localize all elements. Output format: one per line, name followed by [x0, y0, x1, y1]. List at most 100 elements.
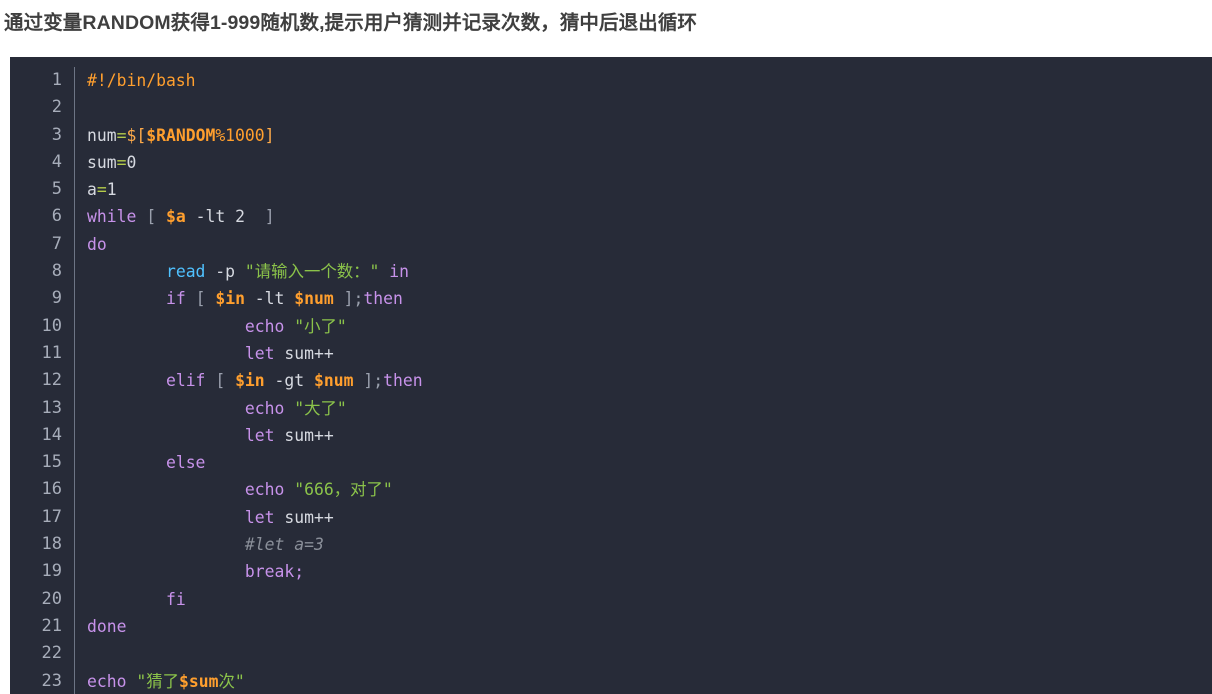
code-line-content[interactable]: a=1	[75, 176, 1212, 203]
line-number: 23	[10, 667, 75, 694]
code-line: 5 a=1	[10, 176, 1212, 204]
code-lines-body: 1 #!/bin/bash 2 3 num=$[$RANDOM%1000] 4 sum=0…	[10, 67, 1212, 694]
code-line: 14 let sum++	[10, 421, 1212, 450]
code-line-content[interactable]: elif [ $in -gt $num ];then	[75, 367, 1212, 394]
code-token: a	[87, 180, 97, 200]
code-token: "大了"	[294, 398, 347, 418]
code-token: fi	[165, 589, 186, 609]
line-number: 6	[10, 203, 75, 231]
code-token: "小了"	[294, 316, 347, 336]
code-line-content[interactable]: #!/bin/bash	[75, 67, 1212, 94]
code-token: [	[215, 371, 226, 391]
code-line-content[interactable]: fi	[75, 586, 1212, 613]
code-line-content[interactable]: echo "大了"	[75, 395, 1212, 422]
code-line-content[interactable]: echo "666，对了"	[75, 476, 1212, 503]
code-token: 次"	[218, 671, 245, 691]
code-line: 7 do	[10, 230, 1212, 259]
line-number: 3	[10, 121, 75, 149]
code-line-content[interactable]: while [ $a -lt 2 ]	[75, 203, 1212, 230]
code-line: 13 echo "大了"	[10, 394, 1212, 422]
code-line-content[interactable]: let sum++	[75, 504, 1212, 531]
line-number: 10	[10, 312, 75, 340]
code-line-content[interactable]: done	[75, 613, 1212, 640]
code-block: 1 #!/bin/bash 2 3 num=$[$RANDOM%1000] 4 sum=0…	[10, 57, 1212, 694]
code-line-content[interactable]: break;	[75, 558, 1212, 585]
code-line-content[interactable]: echo "小了"	[75, 313, 1212, 340]
code-line: 8 read -p "请输入一个数：" in	[10, 258, 1212, 286]
code-line-content[interactable]: read -p "请输入一个数：" in	[75, 258, 1212, 285]
code-line: 22	[10, 640, 1212, 668]
code-line-content[interactable]: #let a=3	[75, 531, 1212, 558]
code-token: let	[244, 507, 275, 527]
code-line-content[interactable]	[75, 640, 1212, 667]
line-number: 18	[10, 531, 75, 559]
code-token: ]	[264, 125, 275, 145]
line-number: 9	[10, 285, 75, 313]
code-token: -gt	[264, 371, 315, 391]
code-token: sum	[87, 152, 117, 172]
code-token: echo	[244, 316, 285, 336]
code-line: 23 echo "猜了$sum次"	[10, 667, 1212, 694]
code-token: ;	[353, 289, 364, 309]
code-token: ]	[363, 371, 374, 391]
code-token: =	[116, 152, 127, 172]
code-token: 1	[106, 180, 117, 200]
line-number: 2	[10, 94, 75, 122]
code-line: 15 else	[10, 449, 1212, 477]
code-token: "请输入一个数："	[244, 262, 380, 282]
code-token: $a	[165, 207, 186, 227]
code-token: ;	[373, 371, 384, 391]
code-line-content[interactable]: num=$[$RANDOM%1000]	[75, 122, 1212, 149]
code-token: let	[244, 425, 275, 445]
line-number: 7	[10, 230, 75, 259]
line-number: 8	[10, 258, 75, 286]
code-token: read	[165, 262, 206, 282]
code-token: echo	[244, 480, 285, 500]
code-token: do	[87, 234, 107, 254]
line-number: 5	[10, 176, 75, 204]
code-token: then	[363, 289, 403, 309]
line-number: 22	[10, 640, 75, 668]
code-token: num	[87, 125, 117, 145]
code-line-content[interactable]: do	[75, 231, 1212, 258]
code-line-content[interactable]: echo "猜了$sum次"	[75, 668, 1212, 694]
code-line-content[interactable]: sum=0	[75, 149, 1212, 176]
code-token: $RANDOM	[146, 125, 216, 145]
code-line-content[interactable]: let sum++	[75, 340, 1212, 367]
code-token: sum++	[284, 343, 334, 363]
line-number: 11	[10, 339, 75, 368]
code-line: 12 elif [ $in -gt $num ];then	[10, 367, 1212, 395]
page-title: 通过变量RANDOM获得1-999随机数,提示用户猜测并记录次数，猜中后退出循环	[4, 12, 698, 34]
code-line-content[interactable]: if [ $in -lt $num ];then	[75, 285, 1212, 312]
code-token: while	[87, 207, 137, 227]
line-number: 19	[10, 558, 75, 586]
code-line: 18 #let a=3	[10, 531, 1212, 559]
code-token: let	[244, 343, 275, 363]
code-token: ]	[264, 207, 275, 227]
line-number: 17	[10, 503, 75, 532]
code-line: 10 echo "小了"	[10, 312, 1212, 340]
code-token: ]	[343, 289, 354, 309]
line-number: 1	[10, 67, 75, 95]
code-line-content[interactable]: let sum++	[75, 422, 1212, 449]
code-token: $num	[294, 289, 334, 309]
code-line: 20 fi	[10, 585, 1212, 613]
line-number: 14	[10, 421, 75, 450]
code-line-content[interactable]	[75, 94, 1212, 121]
code-line-content[interactable]: else	[75, 449, 1212, 476]
line-number: 13	[10, 394, 75, 422]
